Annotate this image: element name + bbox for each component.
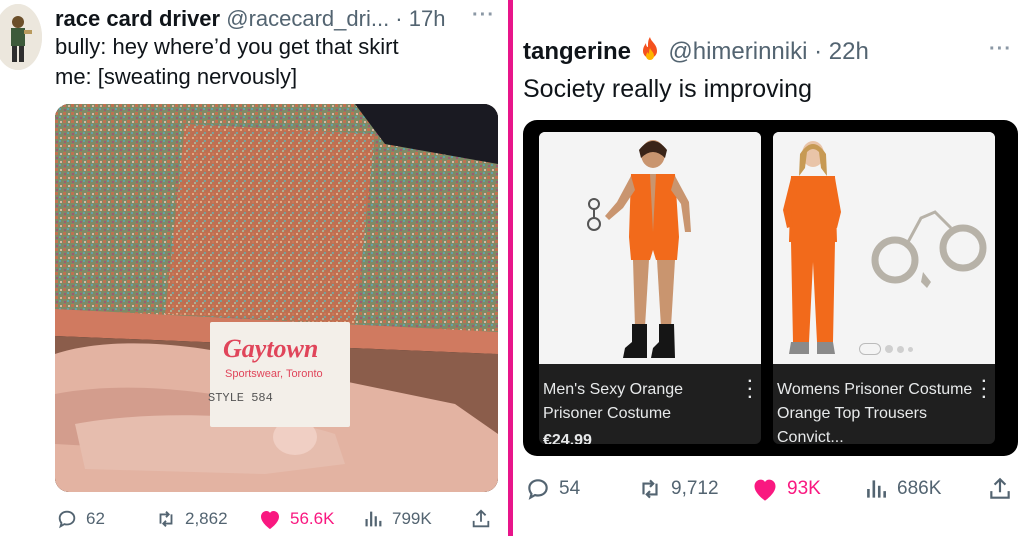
tweet-header: tangerine @himerinniki · 22h xyxy=(523,36,869,69)
product-image xyxy=(539,132,761,364)
avatar[interactable] xyxy=(0,4,42,70)
reply-button[interactable]: 54 xyxy=(525,476,580,502)
handle-time[interactable]: @himerinniki · 22h xyxy=(668,38,868,65)
share-button[interactable] xyxy=(987,476,1013,502)
product-image xyxy=(773,132,995,364)
like-icon xyxy=(754,479,776,501)
product-price: €24.99 xyxy=(543,432,592,444)
like-icon xyxy=(261,511,279,529)
retweet-icon xyxy=(159,511,173,527)
tweet-text-line: bully: hey where’d you get that skirt xyxy=(55,34,399,59)
carousel-dots xyxy=(851,342,921,356)
tag-style: STYLE 584 xyxy=(208,391,273,405)
reply-count: 62 xyxy=(86,509,105,528)
retweet-count: 9,712 xyxy=(671,478,719,499)
product-title: Womens Prisoner Costume Orange Top Trous… xyxy=(777,381,973,444)
reply-icon xyxy=(58,510,76,529)
share-icon xyxy=(472,509,490,528)
views-icon xyxy=(867,480,886,498)
handle-time[interactable]: @racecard_dri... · 17h xyxy=(226,6,445,31)
tweet-photo[interactable]: Gaytown Sportswear, Toronto STYLE 584 xyxy=(55,104,498,492)
like-count: 56.6K xyxy=(290,509,335,528)
like-button[interactable]: 93K xyxy=(751,476,821,502)
views-icon xyxy=(365,511,382,527)
retweet-icon xyxy=(642,479,658,499)
tag-brand: Gaytown xyxy=(223,334,318,363)
tweet-header: race card driver @racecard_dri... · 17h xyxy=(55,6,445,32)
retweet-count: 2,862 xyxy=(185,509,228,528)
reply-icon xyxy=(528,479,548,500)
views-button[interactable]: 686K xyxy=(863,476,941,502)
tweet-text: Society really is improving xyxy=(523,75,812,103)
tag-subtitle: Sportswear, Toronto xyxy=(225,368,323,380)
tweet-text: bully: hey where’d you get that skirt me… xyxy=(55,32,399,92)
tweet-text-line: me: [sweating nervously] xyxy=(55,64,298,89)
more-icon[interactable]: ··· xyxy=(989,38,1012,61)
retweet-button[interactable]: 2,862 xyxy=(155,508,228,530)
reply-button[interactable]: 62 xyxy=(56,508,105,530)
more-icon[interactable]: ··· xyxy=(472,4,495,27)
views-button[interactable]: 799K xyxy=(362,508,432,530)
skirt-photo: Gaytown Sportswear, Toronto STYLE 584 xyxy=(55,104,498,492)
fire-icon xyxy=(638,36,662,69)
share-icon xyxy=(990,477,1010,499)
kebab-icon[interactable]: · · · xyxy=(982,374,987,406)
retweet-button[interactable]: 9,712 xyxy=(637,476,719,502)
product-card[interactable]: Womens Prisoner Costume Orange Top Trous… xyxy=(773,132,995,444)
share-button[interactable] xyxy=(470,508,492,530)
right-tweet: tangerine @himerinniki · 22h ··· Society… xyxy=(513,0,1024,536)
left-tweet: race card driver @racecard_dri... · 17h … xyxy=(0,0,508,536)
shopping-carousel: Men's Sexy Orange Prisoner Costume €24.9… xyxy=(523,120,1018,456)
like-button[interactable]: 56.6K xyxy=(258,508,334,530)
reply-count: 54 xyxy=(559,478,581,499)
product-title: Men's Sexy Orange Prisoner Costume xyxy=(543,381,684,422)
display-name[interactable]: tangerine xyxy=(523,38,631,65)
kebab-icon[interactable]: · · · xyxy=(748,374,753,406)
product-card[interactable]: Men's Sexy Orange Prisoner Costume €24.9… xyxy=(539,132,761,444)
views-count: 686K xyxy=(897,478,942,499)
views-count: 799K xyxy=(392,509,432,528)
display-name[interactable]: race card driver xyxy=(55,6,220,31)
like-count: 93K xyxy=(787,478,821,499)
